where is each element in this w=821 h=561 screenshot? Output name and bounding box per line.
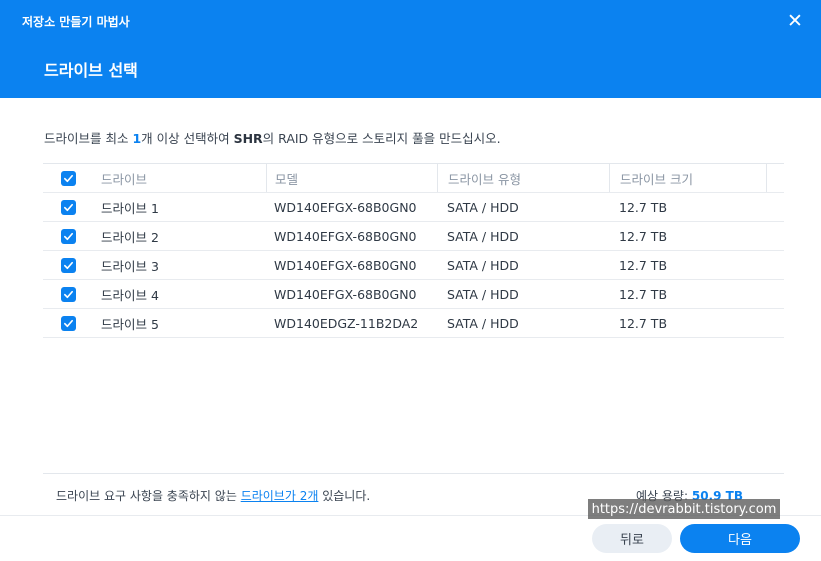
row-spacer: [766, 222, 784, 250]
row-spacer: [766, 193, 784, 221]
check-icon: [63, 319, 73, 327]
drive-type: SATA / HDD: [447, 257, 519, 273]
table-body: 드라이브 1 WD140EFGX-68B0GN0 SATA / HDD 12.7 TB…: [43, 193, 784, 338]
row-checkbox-cell: [43, 222, 93, 250]
drive-type: SATA / HDD: [447, 315, 519, 331]
table-row[interactable]: 드라이브 2 WD140EFGX-68B0GN0 SATA / HDD 12.7 TB: [43, 222, 784, 251]
instruction-text: 드라이브를 최소 1개 이상 선택하여 SHR의 RAID 유형으로 스토리지 …: [44, 128, 501, 147]
row-checkbox-cell: [43, 309, 93, 337]
instruction-part: 의 RAID 유형으로 스토리지 풀을 만드십시오.: [262, 131, 501, 146]
drive-size: 12.7 TB: [619, 257, 668, 273]
table-row[interactable]: 드라이브 5 WD140EDGZ-11B2DA2 SATA / HDD 12.7 TB: [43, 309, 784, 338]
drive-size: 12.7 TB: [619, 199, 668, 215]
row-checkbox-cell: [43, 251, 93, 279]
drive-type: SATA / HDD: [447, 286, 519, 302]
drive-type: SATA / HDD: [447, 228, 519, 244]
wizard-title: 저장소 만들기 마법사: [22, 15, 130, 29]
watermark: https://devrabbit.tistory.com: [588, 499, 780, 519]
drive-checkbox[interactable]: [60, 286, 76, 302]
check-icon: [63, 232, 73, 240]
row-checkbox-cell: [43, 193, 93, 221]
column-header-drive-size[interactable]: 드라이브 크기: [609, 164, 766, 192]
drive-size: 12.7 TB: [619, 286, 668, 302]
check-icon: [63, 290, 73, 298]
drive-name: 드라이브 3: [101, 258, 159, 274]
table-header-row: 드라이브 모델 드라이브 유형 드라이브 크기: [43, 164, 784, 193]
drive-checkbox[interactable]: [60, 228, 76, 244]
row-checkbox-cell: [43, 280, 93, 308]
drive-table: 드라이브 모델 드라이브 유형 드라이브 크기 드라이브 1 WD140EFGX-…: [43, 163, 784, 338]
unqualified-drives-link[interactable]: 드라이브가 2개: [241, 489, 319, 503]
drive-model: WD140EFGX-68B0GN0: [274, 257, 417, 273]
drive-size: 12.7 TB: [619, 228, 668, 244]
next-button[interactable]: 다음: [680, 524, 800, 553]
back-button[interactable]: 뒤로: [592, 524, 672, 553]
requirements-note: 드라이브 요구 사항을 충족하지 않는 드라이브가 2개 있습니다.: [56, 487, 370, 504]
drive-model: WD140EFGX-68B0GN0: [274, 199, 417, 215]
drive-model: WD140EFGX-68B0GN0: [274, 228, 417, 244]
drive-checkbox[interactable]: [60, 199, 76, 215]
min-drive-count: 1: [132, 131, 142, 146]
check-icon: [63, 203, 73, 211]
drive-name: 드라이브 4: [101, 287, 159, 303]
divider: [43, 473, 784, 474]
drive-size: 12.7 TB: [619, 315, 668, 331]
close-icon[interactable]: ✕: [785, 11, 805, 31]
wizard-header: 저장소 만들기 마법사 ✕ 드라이브 선택: [0, 0, 821, 98]
column-header-model[interactable]: 모델: [266, 164, 437, 192]
row-spacer: [766, 251, 784, 279]
drive-model: WD140EDGZ-11B2DA2: [274, 315, 419, 331]
raid-type-name: SHR: [233, 131, 263, 146]
row-spacer: [766, 309, 784, 337]
drive-checkbox[interactable]: [60, 257, 76, 273]
table-row[interactable]: 드라이브 4 WD140EFGX-68B0GN0 SATA / HDD 12.7 TB: [43, 280, 784, 309]
select-all-cell: [43, 164, 93, 192]
drive-checkbox[interactable]: [60, 315, 76, 331]
drive-type: SATA / HDD: [447, 199, 519, 215]
column-header-drive-type[interactable]: 드라이브 유형: [437, 164, 609, 192]
drive-name: 드라이브 1: [101, 200, 159, 216]
instruction-part: 개 이상 선택하여: [141, 131, 234, 146]
check-icon: [63, 174, 73, 182]
note-text: 드라이브 요구 사항을 충족하지 않는: [56, 489, 241, 503]
table-row[interactable]: 드라이브 1 WD140EFGX-68B0GN0 SATA / HDD 12.7 TB: [43, 193, 784, 222]
row-spacer: [766, 280, 784, 308]
column-header-spacer: [766, 164, 784, 192]
step-title: 드라이브 선택: [44, 61, 138, 80]
instruction-part: 드라이브를 최소: [44, 131, 133, 146]
column-header-drive[interactable]: 드라이브: [93, 164, 266, 192]
drive-name: 드라이브 2: [101, 229, 159, 245]
note-text: 있습니다.: [318, 489, 371, 503]
table-row[interactable]: 드라이브 3 WD140EFGX-68B0GN0 SATA / HDD 12.7 TB: [43, 251, 784, 280]
check-icon: [63, 261, 73, 269]
drive-model: WD140EFGX-68B0GN0: [274, 286, 417, 302]
drive-name: 드라이브 5: [101, 316, 159, 332]
select-all-checkbox[interactable]: [60, 170, 76, 186]
